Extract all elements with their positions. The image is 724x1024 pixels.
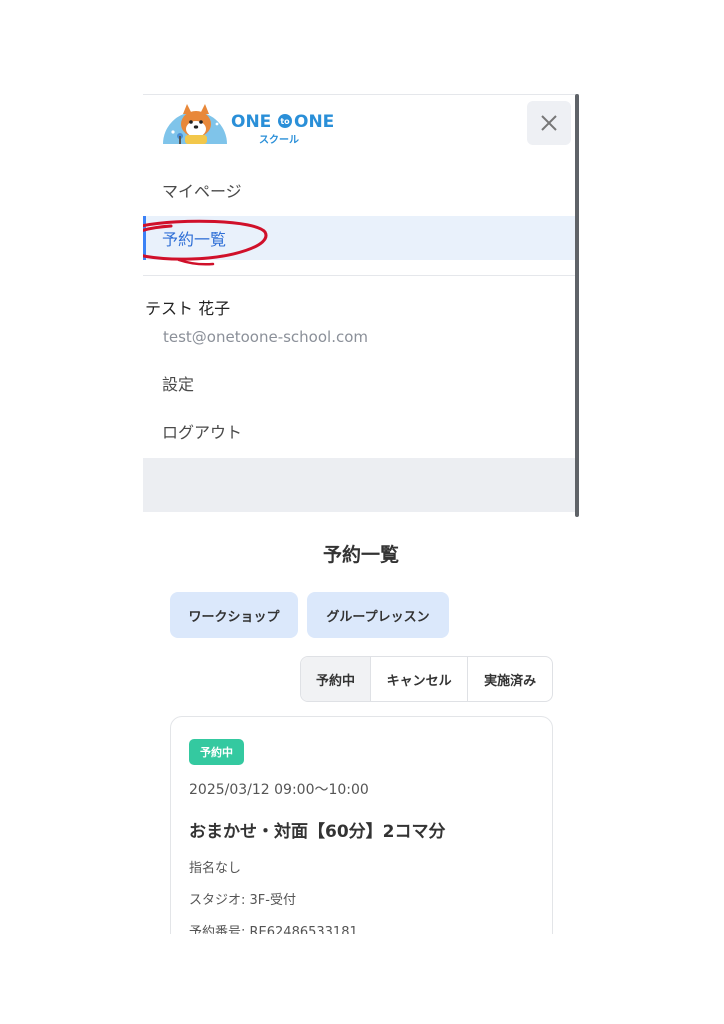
menu-item-settings[interactable]: 設定 — [143, 361, 577, 405]
reservation-studio: スタジオ: 3F-受付 — [189, 893, 296, 908]
close-icon — [541, 115, 557, 131]
menu-item-label: マイページ — [162, 182, 242, 201]
reservation-nominee: 指名なし — [189, 861, 242, 876]
drawer-top-border — [143, 94, 579, 95]
menu-item-label: ログアウト — [162, 423, 243, 442]
menu-item-label: 設定 — [162, 375, 195, 394]
svg-text:スクール: スクール — [259, 134, 299, 146]
status-filter: 予約中 キャンセル 実施済み — [300, 656, 553, 702]
user-name: テスト 花子 — [145, 299, 231, 318]
menu-item-logout[interactable]: ログアウト — [143, 409, 577, 453]
tab-workshop[interactable]: ワークショップ — [170, 592, 298, 638]
app-frame: ONE to ONE スクール マイページ 予約一覧 テスト 花子 test@o… — [143, 94, 579, 934]
menu-divider — [143, 275, 577, 276]
user-email: test@onetoone-school.com — [163, 328, 368, 346]
page-title: 予約一覧 — [322, 544, 399, 566]
logo-text-one: ONE — [231, 112, 271, 132]
svg-text:to: to — [280, 117, 290, 126]
brand-logo[interactable]: ONE to ONE スクール — [161, 102, 351, 148]
reservation-number: 予約番号: RE62486533181 — [189, 925, 358, 934]
status-badge: 予約中 — [189, 739, 244, 765]
reservation-datetime: 2025/03/12 09:00〜10:00 — [189, 782, 369, 798]
reservation-title: おまかせ・対面【60分】2コマ分 — [189, 822, 446, 842]
status-tab-completed[interactable]: 実施済み — [468, 657, 552, 701]
annotation-circle — [143, 219, 268, 266]
status-tab-active[interactable]: 予約中 — [301, 657, 371, 701]
drawer-scrollbar[interactable] — [575, 94, 579, 517]
close-menu-button[interactable] — [527, 101, 571, 145]
tab-group-lesson[interactable]: グループレッスン — [307, 592, 449, 638]
svg-text:ONE: ONE — [294, 112, 334, 132]
drawer-footer — [143, 458, 577, 512]
menu-item-mypage[interactable]: マイページ — [143, 168, 577, 212]
nav-drawer: ONE to ONE スクール マイページ 予約一覧 テスト 花子 test@o… — [143, 94, 579, 514]
status-tab-cancelled[interactable]: キャンセル — [371, 657, 469, 701]
reservation-card[interactable]: 予約中 2025/03/12 09:00〜10:00 おまかせ・対面【60分】2… — [170, 716, 553, 934]
